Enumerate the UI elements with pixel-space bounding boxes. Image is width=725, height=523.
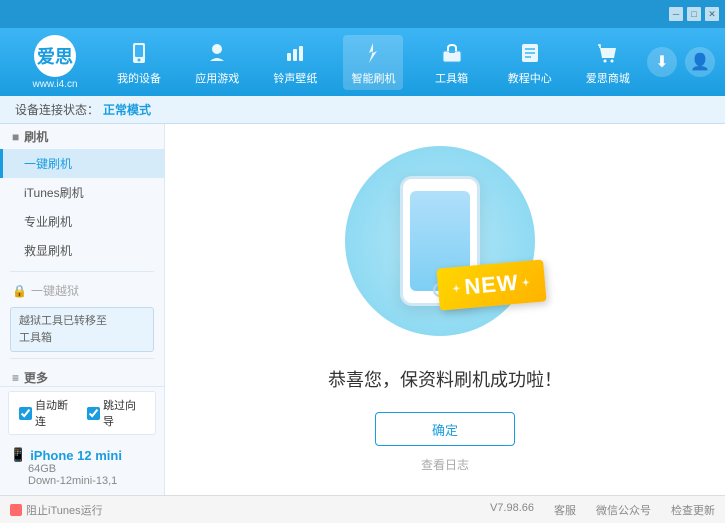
lock-icon: 🔒 [12,284,27,298]
bottom-bar: 阻止iTunes运行 V7.98.66 客服 微信公众号 检查更新 [0,495,725,523]
sidebar-section-flash: ■ 刷机 [0,124,164,149]
smart-flash-icon [359,39,387,67]
sidebar: ■ 刷机 一键刷机 iTunes刷机 专业刷机 救显刷机 🔒 一键越狱 [0,124,165,495]
nav-flash-label: 智能刷机 [351,70,395,86]
logo[interactable]: 爱思 www.i4.cn [10,35,100,90]
nav-shop[interactable]: 爱思商城 [578,35,638,90]
itunes-stop[interactable]: 阻止iTunes运行 [10,502,103,518]
success-text: 恭喜您，保资料刷机成功啦！ [328,366,562,392]
header: 爱思 www.i4.cn 我的设备 应用游戏 [0,28,725,96]
nav-apps-label: 应用游戏 [195,70,239,86]
nav-items: 我的设备 应用游戏 铃声壁纸 [100,35,647,90]
more-section-icon: ≡ [12,371,19,385]
status-label: 设备连接状态： [15,101,99,118]
success-graphic: ✦ ✦ ✦ NEW [345,146,545,346]
sidebar-item-pro-flash[interactable]: 专业刷机 [0,207,164,236]
close-button[interactable]: ✕ [705,7,719,21]
sidebar-section-more: ≡ 更多 [0,365,164,386]
minimize-button[interactable]: ─ [669,7,683,21]
device-card: 📱 iPhone 12 mini 64GB Down-12mini-13,1 [0,439,164,495]
wechat-link[interactable]: 微信公众号 [596,502,651,518]
nav-toolbox-label: 工具箱 [435,70,468,86]
status-bar: 设备连接状态： 正常模式 [0,96,725,124]
itunes-stop-label: 阻止iTunes运行 [26,502,103,518]
logo-tagline: www.i4.cn [32,79,77,90]
nav-ringtones[interactable]: 铃声壁纸 [265,35,325,90]
my-device-icon [125,39,153,67]
device-version: Down-12mini-13,1 [28,475,154,487]
window-controls[interactable]: ─ □ ✕ [669,7,719,21]
checkbox-row: 自动断连 跳过向导 [8,391,156,435]
main-layout: ■ 刷机 一键刷机 iTunes刷机 专业刷机 救显刷机 🔒 一键越狱 [0,124,725,495]
apps-games-icon [203,39,231,67]
nav-right-buttons: ⬇ 👤 [647,47,715,77]
bottom-left: 阻止iTunes运行 [10,502,103,518]
nav-my-device-label: 我的设备 [117,70,161,86]
auto-disconnect-checkbox[interactable]: 自动断连 [19,397,77,429]
flash-section-icon: ■ [12,130,19,144]
confirm-button[interactable]: 确定 [375,412,515,446]
stop-icon [10,504,22,516]
ringtones-icon [281,39,309,67]
tutorials-icon [516,39,544,67]
skip-wizard-input[interactable] [87,407,100,420]
sidebar-info-box: 越狱工具已转移至 工具箱 [10,307,154,352]
auto-disconnect-input[interactable] [19,407,32,420]
skip-wizard-checkbox[interactable]: 跳过向导 [87,397,145,429]
sparkle-1: ✦ [365,156,377,173]
customer-service-link[interactable]: 客服 [554,502,576,518]
check-update-link[interactable]: 检查更新 [671,502,715,518]
auto-disconnect-label: 自动断连 [35,397,77,429]
phone-small-icon: 📱 [10,447,26,463]
toolbox-icon [438,39,466,67]
sidebar-scroll: ■ 刷机 一键刷机 iTunes刷机 专业刷机 救显刷机 🔒 一键越狱 [0,124,164,386]
success-circle: ✦ ✦ ✦ NEW [345,146,535,336]
nav-toolbox[interactable]: 工具箱 [422,35,482,90]
shop-icon [594,39,622,67]
nav-tutorials-label: 教程中心 [508,70,552,86]
maximize-button[interactable]: □ [687,7,701,21]
sidebar-lock-section: 🔒 一键越狱 [0,278,164,303]
version-label: V7.98.66 [490,502,534,518]
nav-ringtones-label: 铃声壁纸 [273,70,317,86]
nav-my-device[interactable]: 我的设备 [109,35,169,90]
device-storage: 64GB [28,463,154,475]
content-area: ✦ ✦ ✦ NEW 恭喜您，保资料刷机成功啦！ 确定 查看日志 [165,124,725,495]
sparkle-2: ✦ [493,151,505,168]
sidebar-item-restore-flash[interactable]: 救显刷机 [0,236,164,265]
nav-apps-games[interactable]: 应用游戏 [187,35,247,90]
user-button[interactable]: 👤 [685,47,715,77]
sidebar-divider-1 [10,271,154,272]
sparkle-3: ✦ [355,299,367,316]
nav-smart-flash[interactable]: 智能刷机 [343,35,403,90]
nav-tutorials[interactable]: 教程中心 [500,35,560,90]
nav-shop-label: 爱思商城 [586,70,630,86]
sidebar-item-one-click-flash[interactable]: 一键刷机 [0,149,164,178]
logo-icon: 爱思 [34,35,76,77]
sidebar-divider-2 [10,358,154,359]
sidebar-item-itunes-flash[interactable]: iTunes刷机 [0,178,164,207]
sidebar-fixed-bottom: 自动断连 跳过向导 📱 iPhone 12 mini 64GB Down-12m… [0,386,164,495]
bottom-right: V7.98.66 客服 微信公众号 检查更新 [490,502,715,518]
status-value: 正常模式 [103,101,151,118]
title-bar: ─ □ ✕ [0,0,725,28]
view-log-link[interactable]: 查看日志 [421,456,469,473]
download-button[interactable]: ⬇ [647,47,677,77]
new-badge: NEW [436,259,546,310]
device-name: 📱 iPhone 12 mini [10,447,154,463]
skip-wizard-label: 跳过向导 [103,397,145,429]
